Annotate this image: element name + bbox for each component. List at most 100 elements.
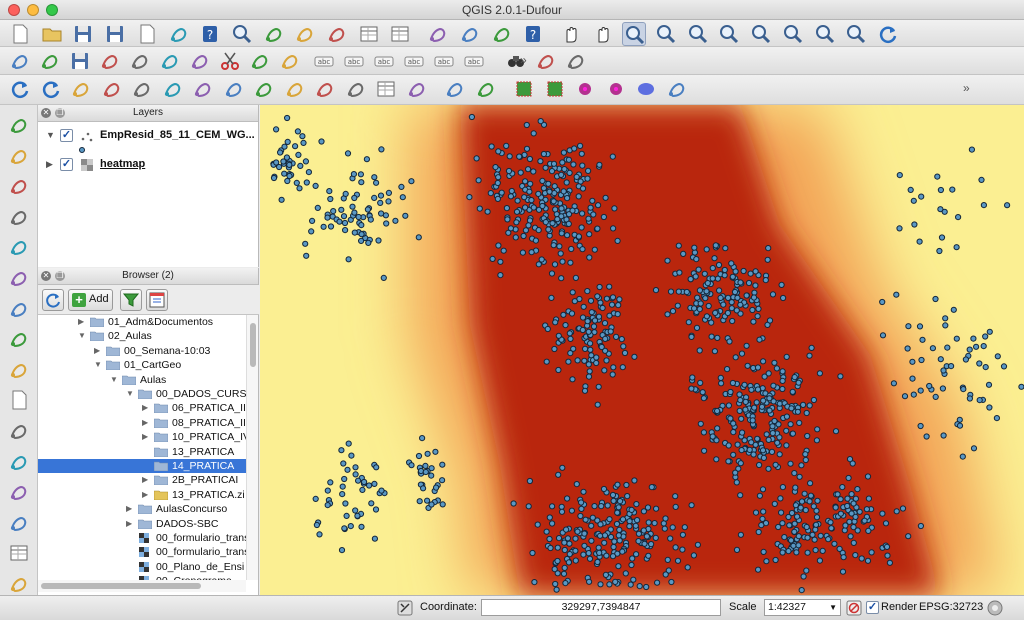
collapse-arrow-icon[interactable]: ▶ — [46, 159, 53, 170]
browser-tree-item[interactable]: ▶ 13_PRATICA.zi — [38, 488, 246, 502]
crs-capture-button[interactable] — [7, 450, 31, 474]
browser-tree-item[interactable]: ▶ DADOS-SBC — [38, 517, 246, 531]
expand-arrow-icon[interactable]: ▶ — [94, 346, 100, 355]
save-project-tool-button[interactable] — [71, 22, 95, 46]
browser-tree-item[interactable]: 00_Plano_de_Ensi — [38, 560, 246, 574]
node-tool-tool-button[interactable] — [158, 49, 182, 73]
save-as-tool-button[interactable] — [103, 22, 127, 46]
split-parts-tool-button[interactable] — [313, 77, 337, 101]
collapse-arrow-icon[interactable]: ▼ — [78, 331, 86, 340]
expand-arrow-icon[interactable]: ▶ — [142, 403, 148, 412]
remove-layer-button[interactable] — [7, 419, 31, 443]
gps-tool-button[interactable] — [534, 49, 558, 73]
merge-features-tool-button[interactable] — [344, 77, 368, 101]
change-label-tool-button[interactable]: abc — [462, 49, 486, 73]
browser-tree-item[interactable]: ▶ 08_PRATICA_II — [38, 416, 246, 430]
scrollbar-thumb[interactable] — [250, 323, 256, 367]
rotate-label-tool-button[interactable]: abc — [432, 49, 456, 73]
undo-tool-button[interactable] — [8, 77, 32, 101]
browser-tree-item[interactable]: ▶ 00_Semana-10:03 — [38, 344, 246, 358]
new-print-composer-tool-button[interactable] — [135, 22, 159, 46]
zoom-to-selection-tool-button[interactable] — [749, 22, 773, 46]
toggle-editing-tool-button[interactable] — [38, 49, 62, 73]
ellipse-tool-button[interactable] — [634, 77, 658, 101]
render-checkbox[interactable]: ✓ — [866, 601, 879, 614]
save-layer-edits-tool-button[interactable] — [68, 49, 92, 73]
offset-curve-tool-button[interactable] — [252, 77, 276, 101]
browser-tree-item[interactable]: ▶ 10_PRATICA_IV — [38, 430, 246, 444]
coordinate-toggle-icon[interactable] — [397, 600, 413, 616]
capture-tool-button[interactable] — [474, 77, 498, 101]
new-shapefile-button[interactable] — [7, 388, 31, 412]
browser-tree-item[interactable]: ▼ Aulas — [38, 373, 246, 387]
delete-part-tool-button[interactable] — [191, 77, 215, 101]
layer-item-points[interactable]: ▼ ✓ EmpResid_85_11_CEM_WG... — [38, 127, 257, 145]
collapse-arrow-icon[interactable]: ▼ — [126, 389, 134, 398]
pan-to-selection-tool-button[interactable] — [591, 22, 615, 46]
attribute-table-tool-button[interactable] — [357, 22, 381, 46]
refresh-tool-button[interactable] — [876, 22, 900, 46]
layer-item-heatmap[interactable]: ▶ ✓ heatmap — [38, 156, 257, 174]
browser-vertical-scrollbar[interactable] — [246, 315, 258, 580]
map-canvas[interactable] — [260, 105, 1024, 595]
add-ring-tool-button[interactable] — [100, 77, 124, 101]
browser-tree-item[interactable]: ▼ 02_Aulas — [38, 329, 246, 343]
copy-features-tool-button[interactable] — [248, 49, 272, 73]
filter-button[interactable] — [120, 289, 142, 311]
layer-visibility-checkbox[interactable]: ✓ — [60, 129, 73, 142]
measure-tool-button[interactable] — [426, 22, 450, 46]
reshape-features-tool-button[interactable] — [222, 77, 246, 101]
zoom-next-tool-button[interactable] — [844, 22, 868, 46]
zoom-in-tool-button[interactable] — [622, 22, 647, 46]
expand-arrow-icon[interactable]: ▶ — [142, 432, 148, 441]
add-layer-button[interactable]: + Add — [68, 289, 113, 311]
pin-labels-tool-button[interactable]: abc — [342, 49, 366, 73]
plugins-tool-button[interactable] — [665, 77, 689, 101]
rectangle-tool-button[interactable] — [512, 77, 536, 101]
move-feature-tool-button[interactable] — [128, 49, 152, 73]
vector-button[interactable] — [7, 511, 31, 535]
merge-attributes-tool-button[interactable] — [374, 77, 398, 101]
scale-combobox[interactable]: 1:42327 ▼ — [764, 599, 841, 616]
annotation-tool-button[interactable] — [564, 49, 588, 73]
square-tool-button[interactable] — [543, 77, 567, 101]
crs-status[interactable]: EPSG:32723 — [919, 601, 983, 613]
browser-tree-item[interactable]: ▶ 06_PRATICA_II — [38, 401, 246, 415]
cut-features-tool-button[interactable] — [218, 49, 242, 73]
zoom-out-tool-button[interactable] — [654, 22, 678, 46]
simplify-feature-tool-button[interactable] — [69, 77, 93, 101]
expand-arrow-icon[interactable]: ▶ — [142, 475, 148, 484]
browser-tree-item[interactable]: ▶ AulasConcurso — [38, 502, 246, 516]
help-contents-tool-button[interactable]: ? — [198, 22, 222, 46]
expand-arrow-icon[interactable]: ▶ — [142, 490, 148, 499]
browser-horizontal-scrollbar[interactable] — [38, 580, 246, 592]
select-features-tool-button[interactable] — [262, 22, 286, 46]
add-wcs-layer-button[interactable] — [7, 297, 31, 321]
toolbar-overflow-icon[interactable]: » — [520, 53, 527, 67]
browser-tree-item[interactable]: ▼ 00_DADOS_CURS — [38, 387, 246, 401]
rotate-tool-button[interactable] — [443, 77, 467, 101]
more-tools-button[interactable] — [7, 572, 31, 596]
properties-button[interactable] — [146, 289, 168, 311]
move-label-tool-button[interactable]: abc — [402, 49, 426, 73]
gps-tools-button[interactable] — [7, 480, 31, 504]
expand-arrow-icon[interactable]: ▶ — [142, 418, 148, 427]
paste-features-tool-button[interactable] — [278, 49, 302, 73]
delete-ring-tool-button[interactable] — [161, 77, 185, 101]
zoom-full-tool-button[interactable] — [717, 22, 741, 46]
expand-arrow-icon[interactable]: ▶ — [126, 519, 132, 528]
deselect-tool-button[interactable] — [293, 22, 317, 46]
browser-tree-item[interactable]: ▼ 01_CartGeo — [38, 358, 246, 372]
expand-arrow-icon[interactable]: ▶ — [126, 504, 132, 513]
current-edits-tool-button[interactable] — [8, 49, 32, 73]
coordinate-field[interactable]: 329297,7394847 — [481, 599, 721, 616]
zoom-last-tool-button[interactable] — [813, 22, 837, 46]
messages-icon[interactable] — [987, 600, 1003, 616]
browser-tree-item[interactable]: ▶ 2B_PRATICAI — [38, 473, 246, 487]
add-postgis-layer-button[interactable] — [7, 174, 31, 198]
toolbar-overflow-icon[interactable]: » — [963, 81, 970, 95]
pan-tool-button[interactable] — [559, 22, 583, 46]
add-mssql-layer-button[interactable] — [7, 235, 31, 259]
polygon-tool-button[interactable] — [573, 77, 597, 101]
redo-tool-button[interactable] — [39, 77, 63, 101]
